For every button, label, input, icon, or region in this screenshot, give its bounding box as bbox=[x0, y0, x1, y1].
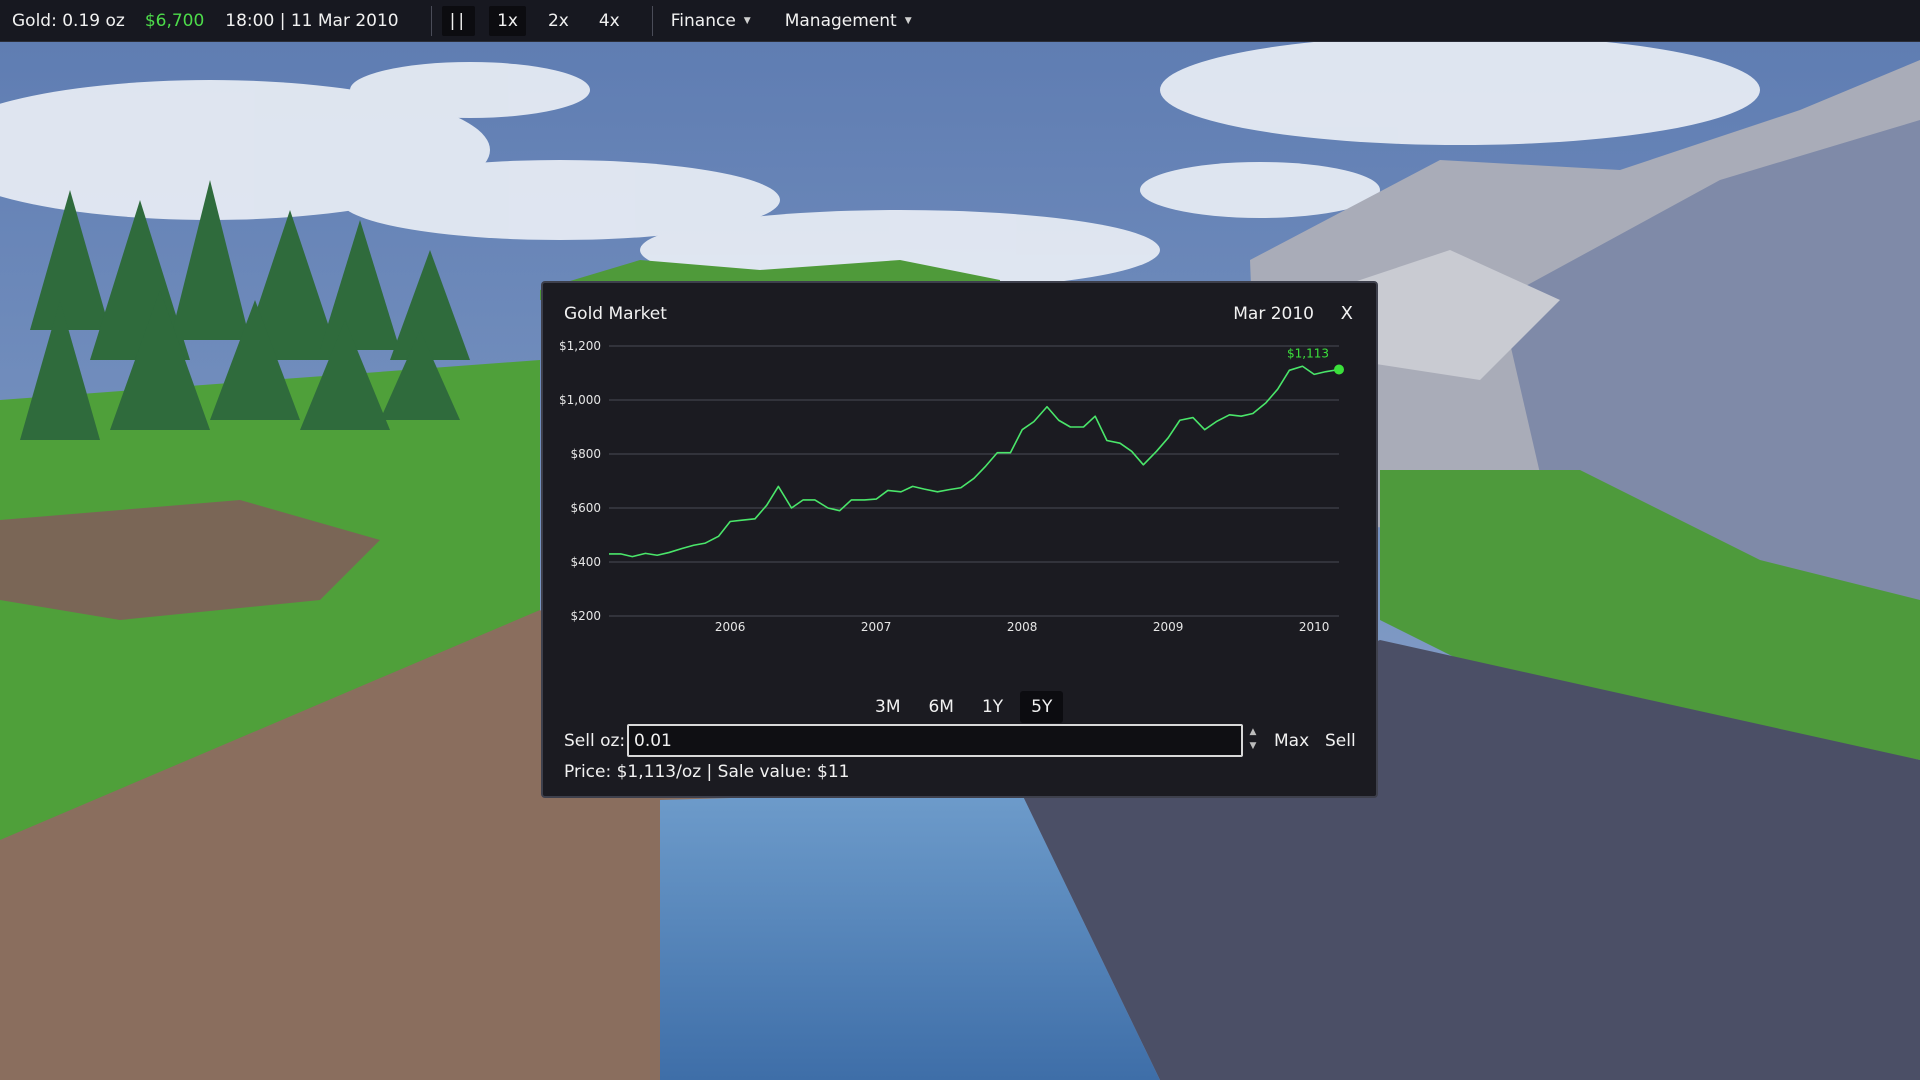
pause-button[interactable]: || bbox=[441, 5, 476, 36]
chevron-down-icon: ▼ bbox=[743, 15, 751, 26]
range-6m-button[interactable]: 6M bbox=[917, 691, 964, 723]
latest-price-label: $1,113 bbox=[1287, 346, 1329, 360]
chevron-up-icon[interactable]: ▲ bbox=[1247, 725, 1259, 739]
sell-button[interactable]: Sell bbox=[1325, 731, 1356, 751]
y-tick-label: $400 bbox=[570, 555, 601, 569]
y-tick-label: $600 bbox=[570, 501, 601, 515]
close-button[interactable]: X bbox=[1341, 303, 1353, 324]
range-1y-button[interactable]: 1Y bbox=[971, 691, 1014, 723]
speed-4x-button[interactable]: 4x bbox=[591, 6, 628, 36]
y-tick-label: $800 bbox=[570, 447, 601, 461]
gold-holdings: Gold: 0.19 oz bbox=[12, 10, 125, 31]
top-status-bar: Gold: 0.19 oz $6,700 18:00 | 11 Mar 2010… bbox=[0, 0, 1920, 42]
dialog-title: Gold Market bbox=[564, 304, 667, 324]
management-menu-label: Management bbox=[784, 10, 897, 31]
sell-oz-label: Sell oz: bbox=[564, 731, 626, 751]
range-selector: 3M 6M 1Y 5Y bbox=[864, 691, 1069, 723]
y-tick-label: $1,200 bbox=[559, 339, 601, 353]
speed-1x-button[interactable]: 1x bbox=[489, 5, 526, 36]
x-tick-label: 2008 bbox=[1007, 620, 1038, 631]
chevron-down-icon[interactable]: ▼ bbox=[1247, 739, 1259, 753]
range-5y-button[interactable]: 5Y bbox=[1020, 691, 1064, 723]
sell-oz-input[interactable] bbox=[627, 724, 1243, 757]
quantity-stepper[interactable]: ▲ ▼ bbox=[1247, 725, 1259, 757]
management-menu[interactable]: Management ▼ bbox=[777, 6, 920, 36]
x-tick-label: 2010 bbox=[1299, 620, 1330, 631]
gold-market-dialog: Gold Market Mar 2010 X $1,200 $1,000 $800 $… bbox=[541, 281, 1378, 798]
game-clock: 18:00 | 11 Mar 2010 bbox=[225, 10, 399, 31]
cash-balance: $6,700 bbox=[144, 10, 205, 31]
latest-price-point bbox=[1334, 364, 1344, 375]
x-tick-label: 2009 bbox=[1153, 620, 1184, 631]
finance-menu-label: Finance bbox=[670, 10, 736, 31]
y-tick-label: $200 bbox=[570, 609, 601, 623]
dialog-date: Mar 2010 bbox=[1233, 304, 1314, 324]
finance-menu[interactable]: Finance ▼ bbox=[663, 6, 759, 36]
price-summary: Price: $1,113/oz | Sale value: $11 bbox=[564, 762, 850, 782]
x-tick-label: 2007 bbox=[861, 620, 892, 631]
chevron-down-icon: ▼ bbox=[904, 15, 912, 26]
range-3m-button[interactable]: 3M bbox=[864, 691, 911, 723]
divider bbox=[430, 5, 432, 36]
x-tick-label: 2006 bbox=[715, 620, 746, 631]
price-line-series bbox=[609, 365, 1340, 558]
speed-2x-button[interactable]: 2x bbox=[540, 6, 577, 36]
max-button[interactable]: Max bbox=[1274, 731, 1309, 751]
y-tick-label: $1,000 bbox=[559, 393, 601, 407]
gold-price-chart: $1,200 $1,000 $800 $600 $400 $200 2006 2007 2008… bbox=[559, 339, 1344, 631]
divider bbox=[651, 5, 653, 36]
